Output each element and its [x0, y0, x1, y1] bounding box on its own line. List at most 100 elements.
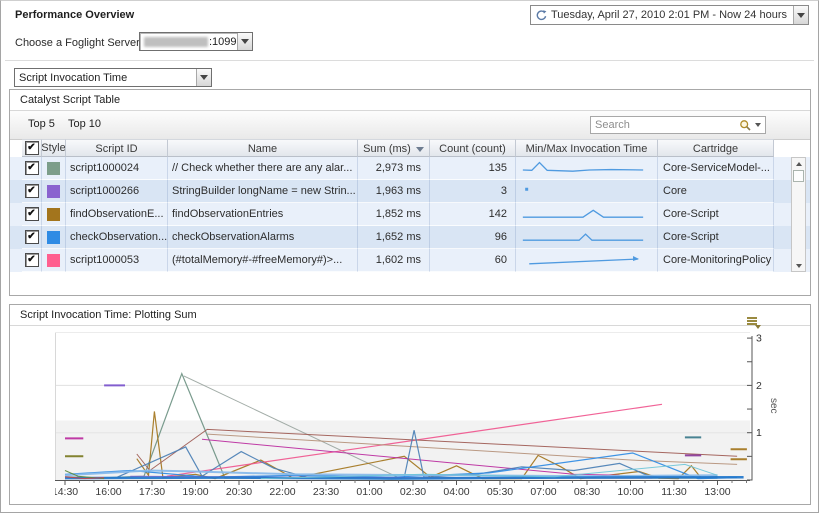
cartridge-cell: Core-MonitoringPolicy [658, 249, 774, 272]
svg-text:13:00: 13:00 [704, 486, 730, 498]
svg-text:sec: sec [768, 398, 779, 414]
search-input[interactable] [591, 119, 739, 131]
scrollbar-thumb[interactable] [793, 170, 804, 182]
server-dropdown[interactable]: :1099 [139, 32, 253, 51]
catalyst-script-table-panel: Catalyst Script Table Top 5 Top 10 ✔ Sty… [9, 89, 811, 296]
chevron-down-icon [241, 39, 249, 44]
metric-dropdown-button[interactable] [196, 69, 211, 86]
time-range-picker[interactable]: Tuesday, April 27, 2010 2:01 PM - Now 24… [530, 5, 809, 25]
time-range-label: Tuesday, April 27, 2010 2:01 PM - Now 24… [548, 9, 793, 21]
minmax-cell [516, 157, 658, 180]
table-toolbar: Top 5 Top 10 [10, 111, 810, 140]
metric-dropdown-value: Script Invocation Time [15, 72, 196, 84]
script-id-cell: findObservationE... [66, 203, 168, 226]
svg-text:16:00: 16:00 [95, 486, 121, 498]
column-header-count[interactable]: Count (count) [430, 139, 516, 157]
column-header-style[interactable]: Style [42, 139, 66, 157]
row-style-cell [42, 203, 66, 226]
column-header-minmax[interactable]: Min/Max Invocation Time [516, 139, 658, 157]
row-select-cell: ✔ [22, 226, 42, 249]
chevron-down-icon [797, 13, 805, 18]
row-checkbox[interactable]: ✔ [25, 207, 39, 221]
table-header-row: ✔ Style Script ID Name Sum (ms) Count (c… [10, 139, 810, 157]
sum-cell: 2,973 ms [358, 157, 430, 180]
svg-text:19:00: 19:00 [182, 486, 208, 498]
row-select-cell: ✔ [22, 249, 42, 272]
triangle-down-icon [796, 264, 802, 268]
svg-text:11:30: 11:30 [661, 486, 687, 498]
server-dropdown-button[interactable] [237, 33, 252, 50]
name-cell: checkObservationAlarms [168, 226, 358, 249]
top5-button[interactable]: Top 5 [28, 118, 55, 130]
svg-text:02:30: 02:30 [400, 486, 426, 498]
svg-text:22:00: 22:00 [269, 486, 295, 498]
minmax-cell [516, 203, 658, 226]
select-all-cell: ✔ [22, 139, 42, 157]
column-header-sum[interactable]: Sum (ms) [358, 139, 430, 157]
min-max-sparkline [516, 157, 650, 178]
svg-text:01:00: 01:00 [356, 486, 382, 498]
name-cell: (#totalMemory#-#freeMemory#)>... [168, 249, 358, 272]
row-checkbox[interactable]: ✔ [25, 230, 39, 244]
table-row[interactable]: ✔script1000024// Check whether there are… [10, 157, 810, 180]
series-color-swatch [47, 254, 60, 267]
minmax-cell [516, 226, 658, 249]
count-cell: 60 [430, 249, 516, 272]
minmax-cell [516, 249, 658, 272]
row-style-cell [42, 180, 66, 203]
chart-panel-title: Script Invocation Time: Plotting Sum [10, 305, 810, 326]
scroll-down-button[interactable] [792, 260, 805, 271]
row-select-cell: ✔ [22, 157, 42, 180]
svg-text:08:30: 08:30 [574, 486, 600, 498]
row-checkbox[interactable]: ✔ [25, 253, 39, 267]
script-id-cell: script1000053 [66, 249, 168, 272]
script-id-cell: checkObservation... [66, 226, 168, 249]
sum-cell: 1,602 ms [358, 249, 430, 272]
scroll-up-button[interactable] [792, 158, 805, 169]
sum-cell: 1,963 ms [358, 180, 430, 203]
min-max-sparkline [516, 180, 650, 201]
row-checkbox[interactable]: ✔ [25, 184, 39, 198]
table-row[interactable]: ✔findObservationE...findObservationEntri… [10, 203, 810, 226]
search-box[interactable] [590, 116, 766, 134]
search-options-caret[interactable] [755, 123, 761, 127]
series-color-swatch [47, 231, 60, 244]
svg-text:14:30: 14:30 [55, 486, 78, 498]
svg-text:3: 3 [756, 333, 762, 345]
search-icon[interactable] [739, 119, 752, 132]
row-style-cell [42, 157, 66, 180]
row-style-cell [42, 226, 66, 249]
select-all-checkbox[interactable]: ✔ [25, 141, 39, 155]
chart-options-icon[interactable] [747, 317, 761, 329]
metric-dropdown[interactable]: Script Invocation Time [14, 68, 212, 87]
svg-text:20:30: 20:30 [226, 486, 252, 498]
svg-text:04:00: 04:00 [443, 486, 469, 498]
table-row[interactable]: ✔ checkObservation...checkObservationAlar… [10, 226, 810, 249]
cartridge-cell: Core-ServiceModel-... [658, 157, 774, 180]
vertical-scrollbar[interactable] [791, 157, 806, 272]
redacted-server-name [144, 37, 208, 47]
time-range-dropdown-button[interactable] [793, 6, 808, 24]
min-max-sparkline [516, 226, 650, 247]
chart-canvas: 14:3016:0017:3019:0020:3022:0023:3001:00… [55, 332, 810, 502]
chart-panel: Script Invocation Time: Plotting Sum 14:… [9, 304, 811, 505]
table-row[interactable]: ✔ script1000053(#totalMemory#-#freeMemory… [10, 249, 810, 272]
column-header-script-id[interactable]: Script ID [66, 139, 168, 157]
server-port-text: :1099 [209, 36, 237, 48]
svg-text:1: 1 [756, 427, 762, 439]
table-body: ✔script1000024// Check whether there are… [10, 157, 810, 272]
count-cell: 3 [430, 180, 516, 203]
min-max-sparkline [516, 249, 650, 270]
table-row[interactable]: ✔script1000266StringBuilder longName = n… [10, 180, 810, 203]
row-select-cell: ✔ [22, 180, 42, 203]
column-header-name[interactable]: Name [168, 139, 358, 157]
top10-button[interactable]: Top 10 [68, 118, 101, 130]
page-title: Performance Overview [15, 9, 134, 21]
series-color-swatch [47, 162, 60, 175]
table-panel-title: Catalyst Script Table [10, 90, 810, 111]
row-checkbox[interactable]: ✔ [25, 161, 39, 175]
column-header-cartridge[interactable]: Cartridge [658, 139, 774, 157]
count-cell: 142 [430, 203, 516, 226]
sort-desc-icon [416, 147, 424, 152]
script-id-cell: script1000024 [66, 157, 168, 180]
